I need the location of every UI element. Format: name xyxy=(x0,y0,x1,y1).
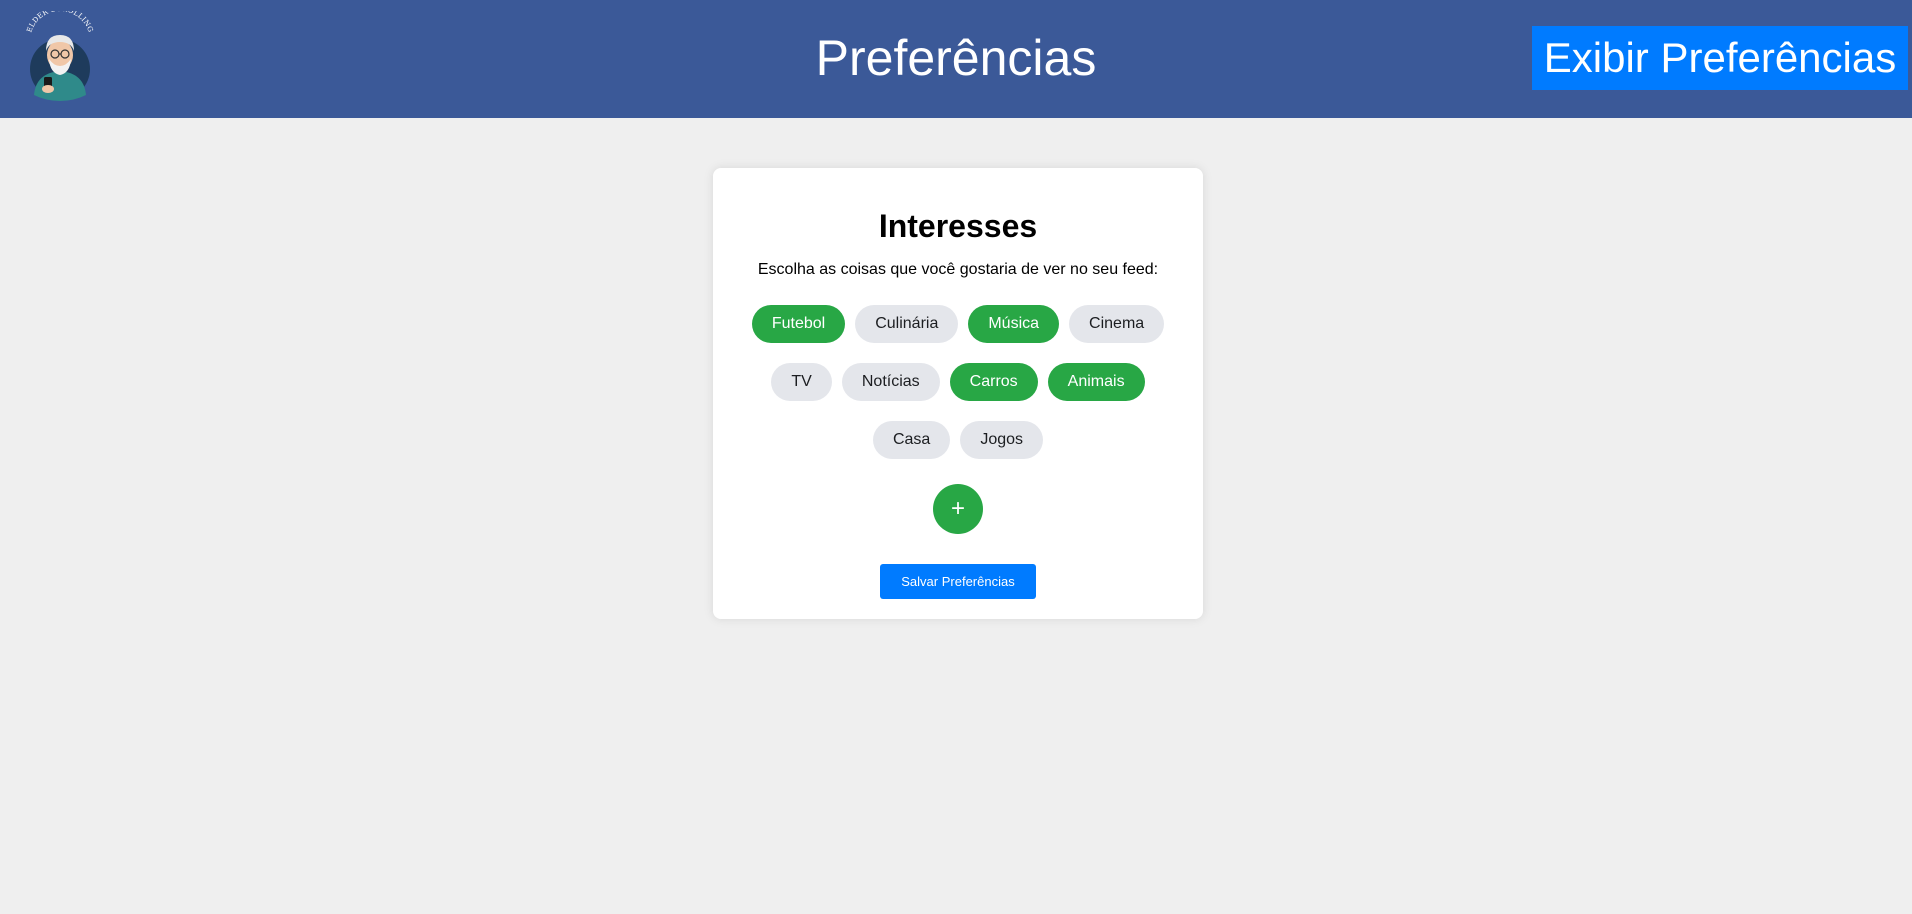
tags-row: Futebol Culinária Música Cinema xyxy=(713,305,1203,343)
interests-title: Interesses xyxy=(878,208,1038,244)
interests-subtitle: Escolha as coisas que você gostaria de v… xyxy=(757,261,1159,278)
tag-animais[interactable]: Animais xyxy=(1047,363,1145,401)
tag-casa[interactable]: Casa xyxy=(872,421,951,459)
tags-row: Casa Jogos xyxy=(713,421,1203,459)
tag-culinaria[interactable]: Culinária xyxy=(855,305,959,343)
tag-tv[interactable]: TV xyxy=(771,363,832,401)
show-preferences-button[interactable]: Exibir Preferências xyxy=(1532,26,1908,90)
svg-text:ELDER SCROLLING: ELDER SCROLLING xyxy=(25,11,94,34)
tag-carros[interactable]: Carros xyxy=(949,363,1038,401)
interests-card: Interesses Escolha as coisas que você go… xyxy=(713,168,1203,619)
elderly-man-with-phone-logo-icon: ELDER SCROLLING xyxy=(20,5,100,103)
add-interest-button[interactable]: + xyxy=(933,484,983,534)
tag-futebol[interactable]: Futebol xyxy=(751,305,846,343)
tag-noticias[interactable]: Notícias xyxy=(841,363,940,401)
tag-jogos[interactable]: Jogos xyxy=(960,421,1044,459)
save-preferences-button[interactable]: Salvar Preferências xyxy=(880,564,1036,599)
top-header: ELDER SCROLLING Preferências Exibir Pref… xyxy=(0,0,1912,118)
tag-cinema[interactable]: Cinema xyxy=(1069,305,1165,343)
tag-musica[interactable]: Música xyxy=(968,305,1060,343)
tags-row: TV Notícias Carros Animais xyxy=(713,363,1203,401)
